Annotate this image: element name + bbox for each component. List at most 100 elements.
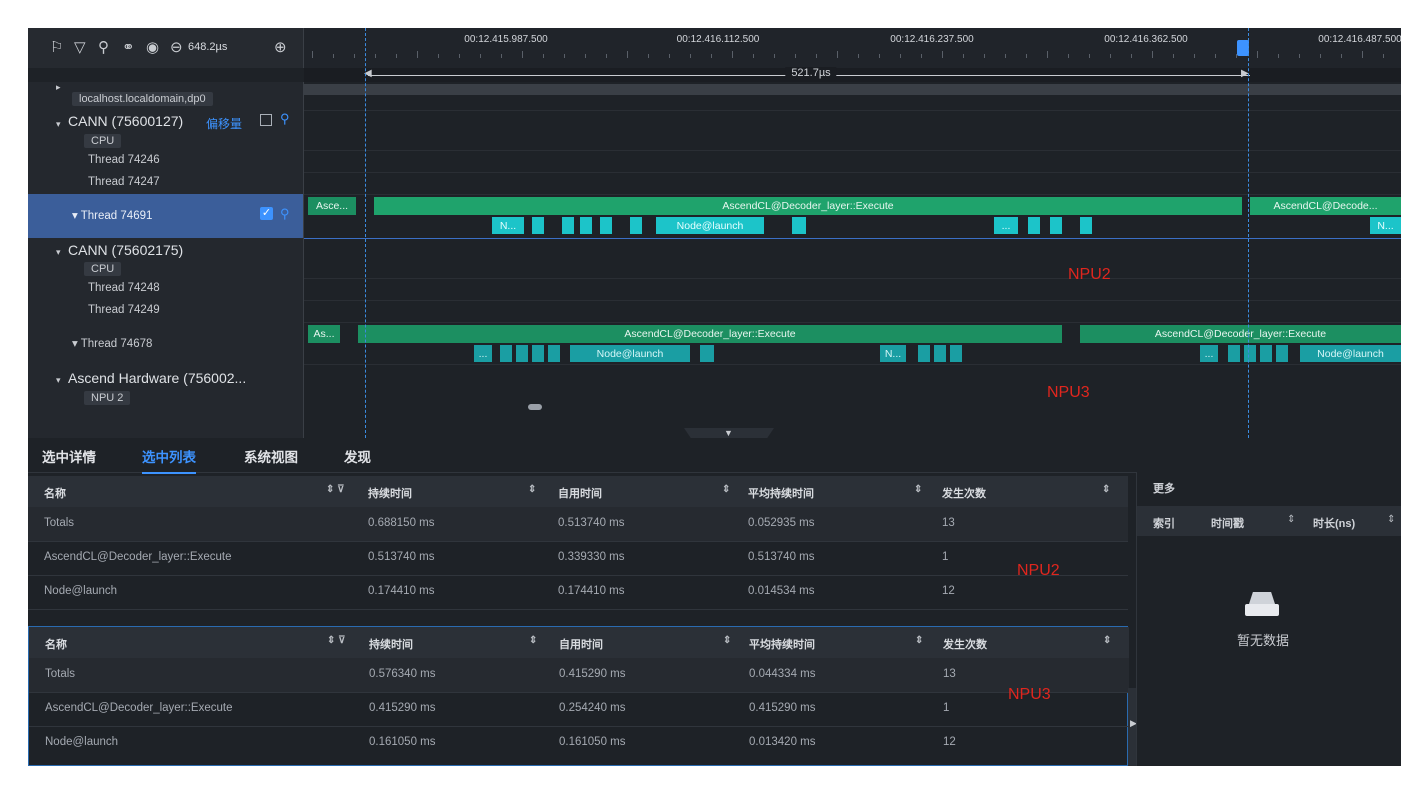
slice-node[interactable]	[1050, 217, 1062, 234]
slice-node[interactable]	[918, 345, 930, 362]
table-row[interactable]: AscendCL@Decoder_layer::Execute 0.415290…	[29, 692, 1129, 727]
col-name[interactable]: 名称	[45, 636, 67, 652]
thread-row-selected[interactable]: ▾ Thread 74691 ✓ ⚲	[28, 194, 304, 239]
slice-node[interactable]	[1028, 217, 1040, 234]
host-row[interactable]: ▸ localhost.localdomain,dp0	[28, 82, 304, 111]
col-duration-ns[interactable]: 时长(ns)	[1313, 515, 1355, 531]
checkbox-checked-icon[interactable]: ✓	[260, 207, 273, 220]
slice-node[interactable]: ...	[994, 217, 1018, 234]
scroll-thumb[interactable]	[528, 404, 542, 410]
sort-icon[interactable]: ⇕	[528, 484, 536, 495]
tab-discover[interactable]: 发现	[344, 446, 371, 466]
tab-selection-details[interactable]: 选中详情	[42, 446, 96, 466]
col-avg-duration[interactable]: 平均持续时间	[749, 636, 815, 652]
table-row[interactable]: Totals 0.576340 ms 0.415290 ms 0.044334 …	[29, 658, 1129, 693]
col-avg-duration[interactable]: 平均持续时间	[748, 485, 814, 501]
sort-icon[interactable]: ⇕	[1102, 484, 1110, 495]
reset-icon[interactable]: ◉	[146, 39, 159, 57]
col-self-time[interactable]: 自用时间	[558, 485, 602, 501]
col-duration[interactable]: 持续时间	[368, 485, 412, 501]
sort-icon[interactable]: ⇕	[1287, 514, 1295, 525]
filter-icon[interactable]: ▽	[74, 39, 86, 57]
slice-node[interactable]	[1260, 345, 1272, 362]
slice-execute[interactable]: AscendCL@Decoder_layer::Execute	[358, 325, 1062, 343]
slice-node[interactable]	[500, 345, 512, 362]
sort-icon[interactable]: ⇕ ⊽	[327, 635, 345, 646]
slice-node[interactable]	[934, 345, 946, 362]
sort-icon[interactable]: ⇕	[914, 484, 922, 495]
zoom-out-icon[interactable]: ⊖	[170, 39, 183, 57]
tab-system-view[interactable]: 系统视图	[244, 446, 298, 466]
slice-node[interactable]: N...	[492, 217, 524, 234]
slice-node[interactable]	[532, 345, 544, 362]
slice-node[interactable]	[562, 217, 574, 234]
time-ruler[interactable]: 00:12.415.987.500 00:12.416.112.500 00:1…	[304, 28, 1401, 68]
process-ascend-hardware[interactable]: ▾ Ascend Hardware (756002... NPU 2	[28, 364, 304, 438]
sort-icon[interactable]: ⇕	[1103, 635, 1111, 646]
sort-icon[interactable]: ⇕ ⊽	[326, 484, 344, 495]
slice-node[interactable]	[600, 217, 612, 234]
col-duration[interactable]: 持续时间	[369, 636, 413, 652]
slice-node[interactable]	[532, 217, 544, 234]
col-count[interactable]: 发生次数	[943, 636, 987, 652]
thread-row[interactable]: Thread 74246	[28, 150, 304, 173]
search-icon[interactable]: ⚲	[98, 39, 109, 57]
slice-execute[interactable]: Asce...	[308, 197, 356, 215]
thread-row[interactable]: Thread 74248	[28, 278, 304, 301]
slice-node[interactable]: N...	[1370, 217, 1401, 234]
checkbox[interactable]	[260, 114, 272, 126]
slice-execute[interactable]: AscendCL@Decoder_layer::Execute	[374, 197, 1242, 215]
sort-icon[interactable]: ⇕	[1387, 514, 1395, 525]
slice-node[interactable]	[950, 345, 962, 362]
slice-execute[interactable]: AscendCL@Decoder_layer::Execute	[1080, 325, 1401, 343]
link-icon[interactable]: ⚭	[122, 39, 135, 57]
col-name[interactable]: 名称	[44, 485, 66, 501]
expand-icon[interactable]: ▾	[56, 375, 61, 386]
zoom-in-icon[interactable]: ⊕	[274, 39, 287, 57]
table-row[interactable]: Totals 0.688150 ms 0.513740 ms 0.052935 …	[28, 507, 1128, 542]
sort-icon[interactable]: ⇕	[723, 635, 731, 646]
expand-icon[interactable]: ▾	[56, 119, 61, 130]
slice-node-launch[interactable]: Node@launch	[1300, 345, 1401, 362]
slice-node[interactable]	[630, 217, 642, 234]
table-row[interactable]: AscendCL@Decoder_layer::Execute 0.513740…	[28, 541, 1128, 576]
slice-node[interactable]: ...	[474, 345, 492, 362]
slice-node[interactable]	[700, 345, 714, 362]
slice-node[interactable]	[792, 217, 806, 234]
collapse-icon[interactable]: ▸	[56, 82, 61, 93]
slice-node-launch[interactable]: Node@launch	[656, 217, 764, 234]
sort-icon[interactable]: ⇕	[529, 635, 537, 646]
table-row[interactable]: Node@launch 0.174410 ms 0.174410 ms 0.01…	[28, 575, 1128, 610]
cell-avg: 0.014534 ms	[748, 585, 815, 597]
slice-node[interactable]	[1276, 345, 1288, 362]
slice-node[interactable]	[580, 217, 592, 234]
offset-link[interactable]: 偏移量	[206, 115, 242, 132]
table-row[interactable]: Node@launch 0.161050 ms 0.161050 ms 0.01…	[29, 726, 1129, 760]
col-timestamp[interactable]: 时间戳	[1211, 515, 1244, 531]
slice-node[interactable]	[548, 345, 560, 362]
slice-node[interactable]	[1080, 217, 1092, 234]
slice-node[interactable]	[1244, 345, 1256, 362]
slice-node[interactable]	[516, 345, 528, 362]
col-index[interactable]: 索引	[1153, 515, 1175, 531]
pin-icon[interactable]: ⚲	[280, 111, 290, 127]
slice-node[interactable]: N...	[880, 345, 906, 362]
flag-icon[interactable]: ⚐	[50, 39, 63, 57]
sort-icon[interactable]: ⇕	[915, 635, 923, 646]
thread-row[interactable]: Thread 74247	[28, 172, 304, 195]
slice-execute[interactable]: AscendCL@Decode...	[1250, 197, 1401, 215]
thread-row[interactable]: Thread 74249	[28, 300, 304, 323]
process-cann-1[interactable]: ▾ CANN (75600127) 偏移量 ⚲ CPU	[28, 110, 304, 151]
col-count[interactable]: 发生次数	[942, 485, 986, 501]
tab-selection-list[interactable]: 选中列表	[142, 446, 196, 474]
process-cann-2[interactable]: ▾ CANN (75602175) CPU	[28, 238, 304, 279]
slice-node[interactable]: ...	[1200, 345, 1218, 362]
slice-execute[interactable]: As...	[308, 325, 340, 343]
thread-row-expanded[interactable]: ▾ Thread 74678	[28, 322, 304, 365]
pin-icon[interactable]: ⚲	[280, 206, 290, 222]
sort-icon[interactable]: ⇕	[722, 484, 730, 495]
slice-node[interactable]	[1228, 345, 1240, 362]
col-self-time[interactable]: 自用时间	[559, 636, 603, 652]
expand-icon[interactable]: ▾	[56, 247, 61, 258]
slice-node-launch[interactable]: Node@launch	[570, 345, 690, 362]
